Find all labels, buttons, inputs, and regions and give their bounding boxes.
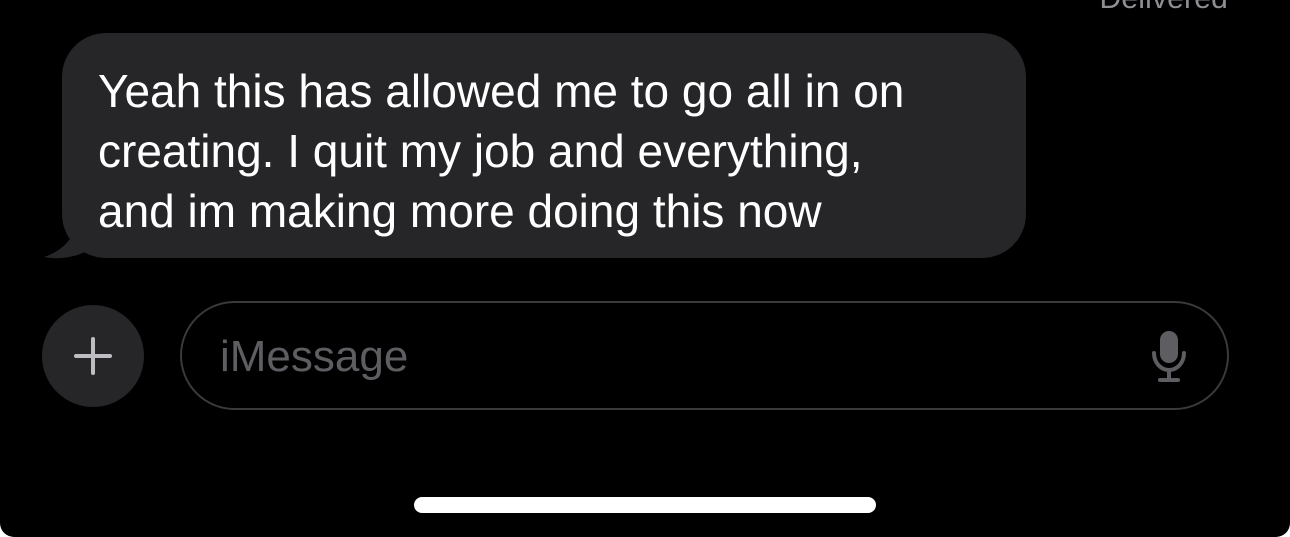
add-attachment-button[interactable] xyxy=(42,305,144,407)
message-input-placeholder: iMessage xyxy=(220,332,409,381)
plus-icon xyxy=(74,337,112,375)
message-line: creating. I quit my job and everything, xyxy=(98,125,863,177)
message-bubble: Yeah this has allowed me to go all in on… xyxy=(62,33,1026,258)
conversation-screen: Delivered Yeah this has allowed me to go… xyxy=(0,0,1290,537)
message-line: Yeah this has allowed me to go all in on xyxy=(98,65,905,117)
delivered-status: Delivered xyxy=(1099,0,1228,16)
message-line: and im making more doing this now xyxy=(98,185,822,237)
home-indicator[interactable] xyxy=(414,497,876,513)
microphone-icon[interactable] xyxy=(1151,329,1187,385)
message-input[interactable]: iMessage xyxy=(180,301,1229,410)
